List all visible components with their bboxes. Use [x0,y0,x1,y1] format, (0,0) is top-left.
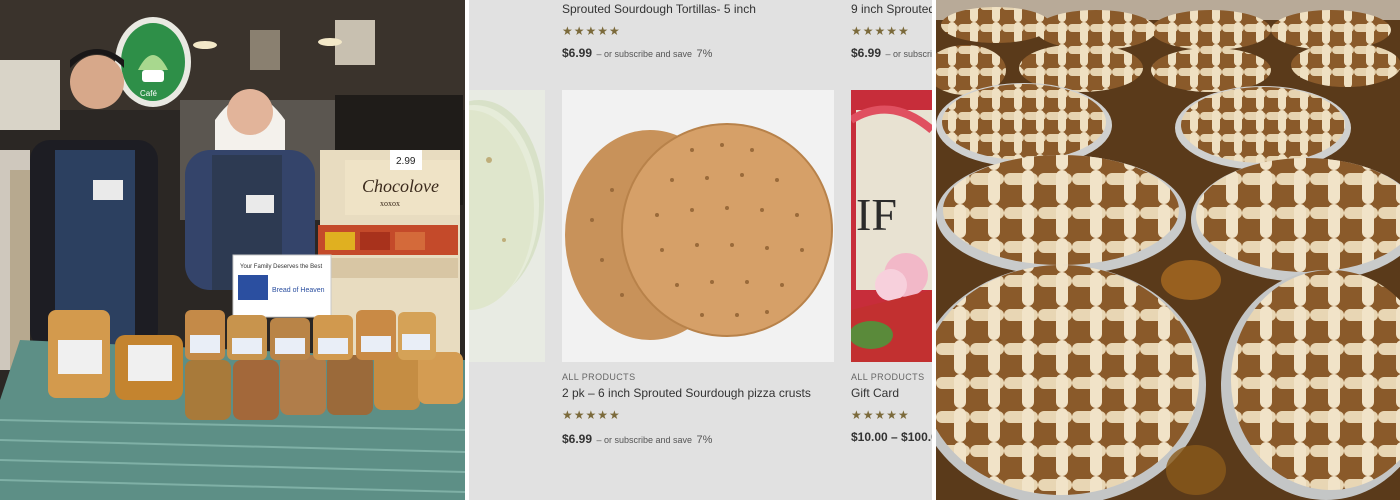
product-title-tortillas[interactable]: Sprouted Sourdough Tortillas- 5 inch [562,2,756,16]
gift-card-image-text: IF [856,189,897,240]
save-percent: 7% [696,434,713,446]
pies-scene [936,0,1400,500]
bakery-booth-photo: Café Chocolove xoxox 2.99 Your Family De… [0,0,465,500]
bakery-booth-scene: Café Chocolove xoxox 2.99 Your Family De… [0,0,465,500]
product-rating-stars: ★★★★★ [851,24,910,38]
chocolove-brand: Chocolove [362,176,439,196]
subscribe-text: – or subscribe and save [596,49,693,59]
subscribe-text: – or subscribe and save [596,435,693,445]
subscribe-text: – or subscribe and save [885,49,932,59]
product-price-row: $6.99 – or subscribe and save 7% [562,430,712,448]
product-title-gift-card[interactable]: Gift Card [851,386,899,400]
shop-product-grid: Sprouted Sourdough Tortillas- 5 inch ★★★… [469,0,932,500]
product-price: $10.00 – $100.0 [851,430,932,444]
product-rating-stars: ★★★★★ [851,408,910,422]
card-brand: Bread of Heaven [272,287,325,294]
product-rating-stars: ★★★★★ [562,24,621,38]
lattice-pies-photo [936,0,1400,500]
product-price-row: $6.99 – or subscribe and save 7% [562,44,712,62]
product-image-pizza-crusts[interactable] [562,90,834,362]
product-rating-stars: ★★★★★ [562,408,621,422]
product-title-pizza-crusts[interactable]: 2 pk – 6 inch Sprouted Sourdough pizza c… [562,386,811,400]
price-tag: 2.99 [396,156,416,167]
photo-collage: Café Chocolove xoxox 2.99 Your Family De… [0,0,1400,500]
card-headline: Your Family Deserves the Best [240,264,322,270]
product-price-row: $6.99 – or subscribe and save 7% [851,44,932,62]
product-price: $6.99 [562,46,593,60]
product-category[interactable]: ALL PRODUCTS [851,372,924,382]
chocolove-sub: xoxox [380,199,400,208]
product-price: $6.99 [562,432,593,446]
product-title-9inch[interactable]: 9 inch Sprouted [851,2,932,16]
product-image-tortillas[interactable] [469,90,545,362]
cafe-sign-text: Café [140,89,157,98]
product-category[interactable]: ALL PRODUCTS [562,372,635,382]
save-percent: 7% [696,48,713,60]
product-price: $6.99 [851,46,882,60]
product-image-gift-card[interactable]: IF [851,90,932,362]
